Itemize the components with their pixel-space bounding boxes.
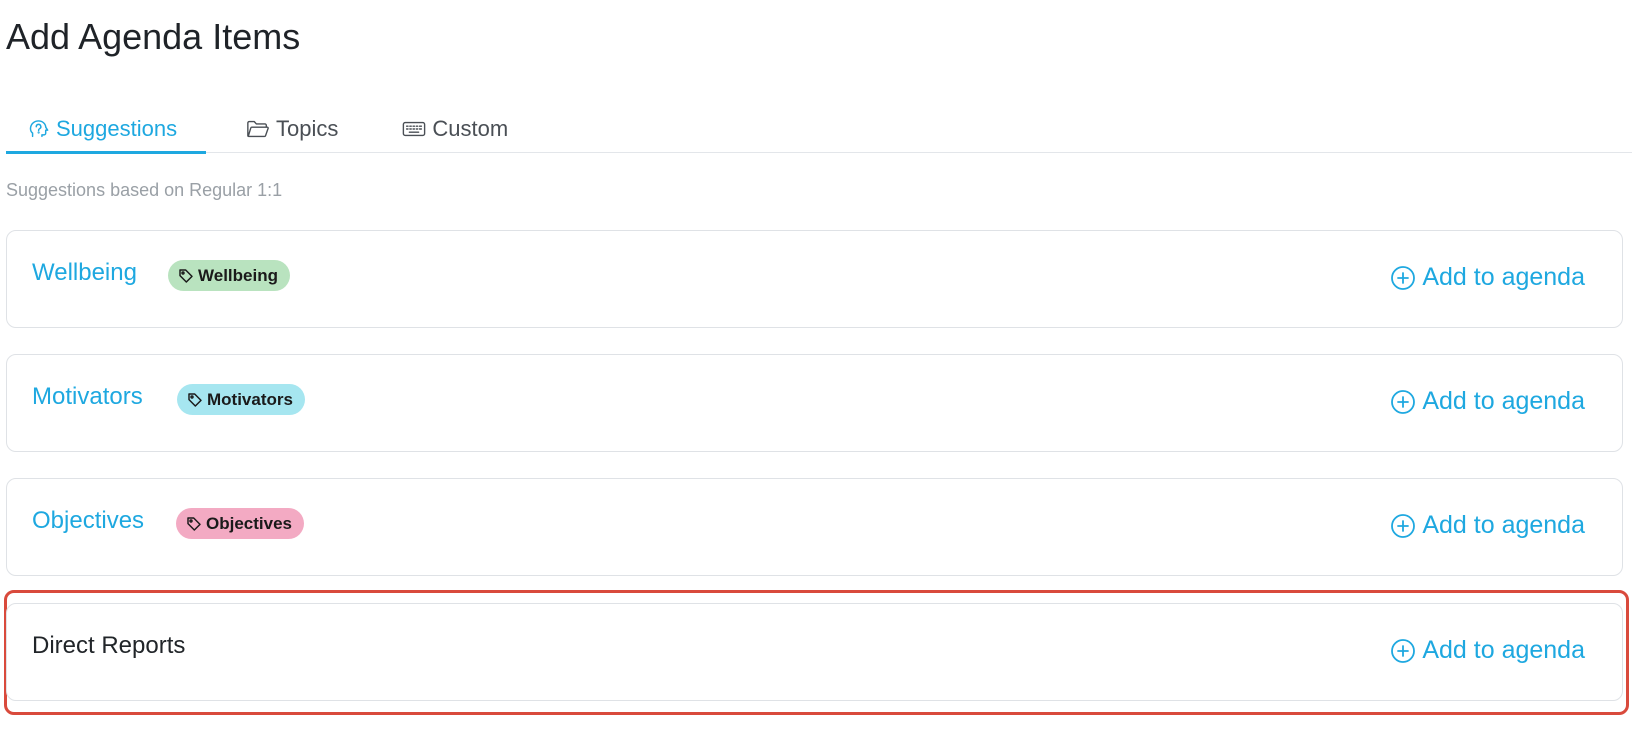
add-to-agenda-label: Add to agenda xyxy=(1422,263,1585,291)
tab-custom[interactable]: Custom xyxy=(378,104,532,153)
suggestions-source-text: Suggestions based on Regular 1:1 xyxy=(6,180,283,200)
add-to-agenda-label: Add to agenda xyxy=(1422,387,1585,415)
plus-circle-icon xyxy=(1390,638,1416,664)
tab-topics-label: Topics xyxy=(276,115,339,141)
tag-badge-motivators: Motivators xyxy=(177,384,305,415)
tab-suggestions-label: Suggestions xyxy=(56,115,178,141)
add-to-agenda-button[interactable]: Add to agenda xyxy=(1390,387,1585,416)
suggestion-card-objectives: Objectives Objectives Add to agenda xyxy=(6,478,1623,576)
tag-label: Motivators xyxy=(207,389,293,409)
tab-topics[interactable]: Topics xyxy=(222,104,362,153)
add-to-agenda-label: Add to agenda xyxy=(1422,636,1585,664)
suggestion-title[interactable]: Motivators xyxy=(32,383,143,411)
tab-suggestions[interactable]: Suggestions xyxy=(6,104,206,154)
suggestion-title[interactable]: Objectives xyxy=(32,507,144,535)
plus-circle-icon xyxy=(1390,389,1416,415)
suggestion-card-wellbeing: Wellbeing Wellbeing Add to agenda xyxy=(6,230,1623,328)
add-to-agenda-label: Add to agenda xyxy=(1422,511,1585,539)
tag-icon xyxy=(187,392,203,408)
plus-circle-icon xyxy=(1390,513,1416,539)
tag-icon xyxy=(178,268,194,284)
tag-icon xyxy=(186,516,202,532)
add-to-agenda-button[interactable]: Add to agenda xyxy=(1390,636,1585,665)
suggestion-title[interactable]: Wellbeing xyxy=(32,259,137,287)
brain-head-icon xyxy=(28,118,50,140)
tag-label: Wellbeing xyxy=(198,265,278,285)
keyboard-icon xyxy=(402,119,426,139)
tab-bar: Suggestions Topics Custom xyxy=(6,104,1632,154)
tab-custom-label: Custom xyxy=(432,115,509,141)
suggestion-card-direct-reports: Direct Reports Add to agenda xyxy=(6,603,1623,701)
suggestion-title[interactable]: Direct Reports xyxy=(32,632,185,660)
folder-icon xyxy=(246,118,270,140)
tag-badge-objectives: Objectives xyxy=(176,508,304,539)
add-agenda-items-page: Add Agenda Items Suggestions Topics Cust… xyxy=(0,0,1632,729)
add-to-agenda-button[interactable]: Add to agenda xyxy=(1390,263,1585,292)
plus-circle-icon xyxy=(1390,265,1416,291)
tag-badge-wellbeing: Wellbeing xyxy=(168,260,290,291)
tag-label: Objectives xyxy=(206,513,292,533)
suggestion-card-motivators: Motivators Motivators Add to agenda xyxy=(6,354,1623,452)
page-title: Add Agenda Items xyxy=(6,16,301,57)
add-to-agenda-button[interactable]: Add to agenda xyxy=(1390,511,1585,540)
